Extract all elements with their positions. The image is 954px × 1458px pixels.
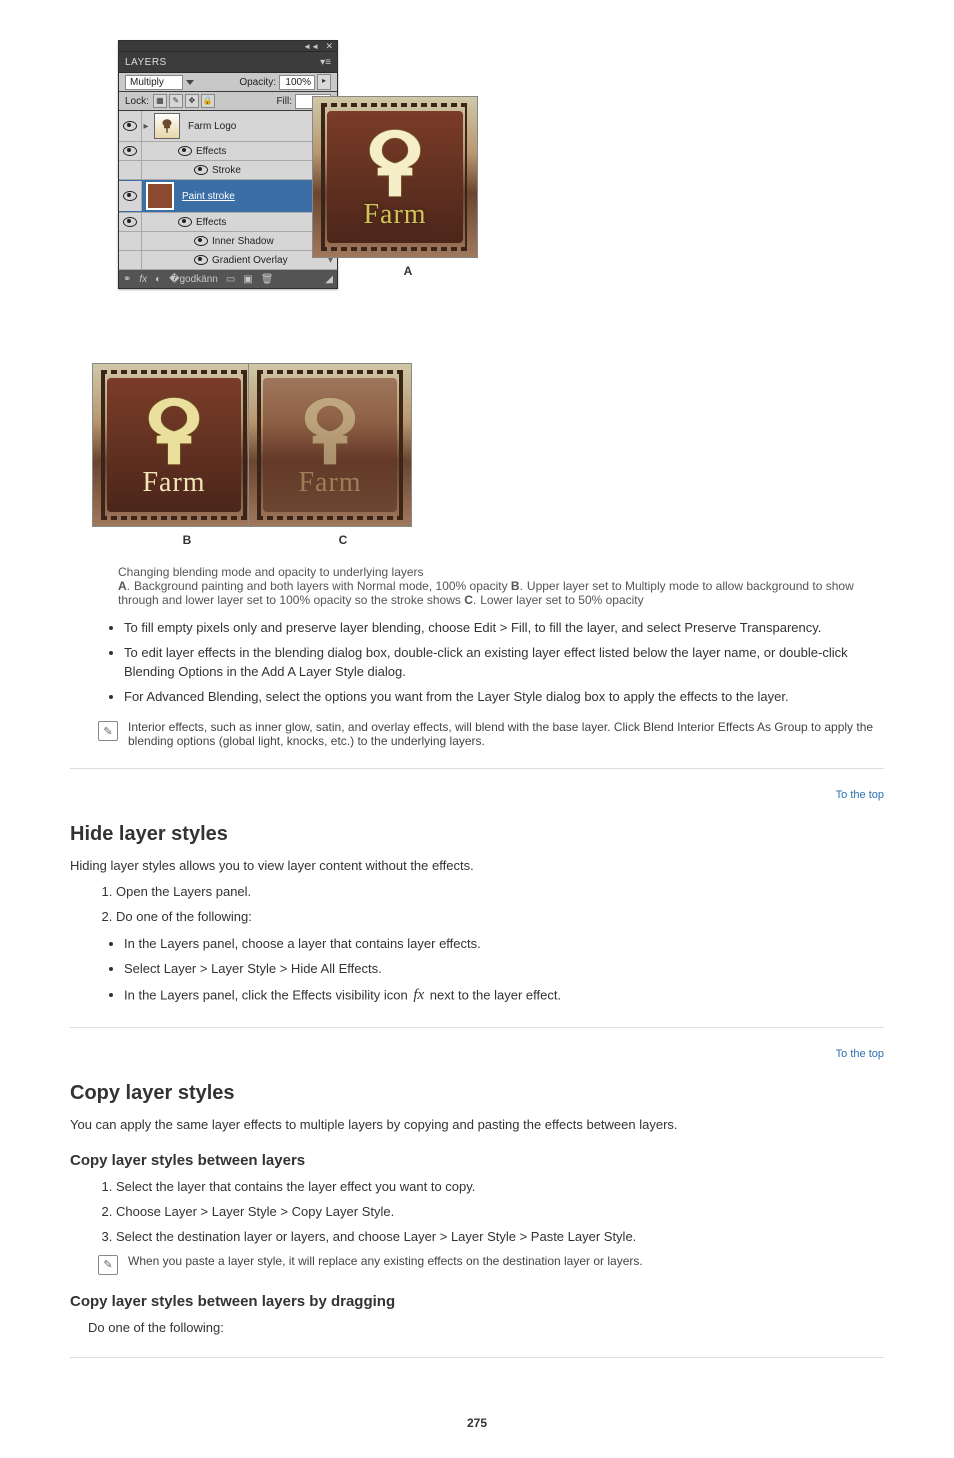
divider — [70, 1357, 884, 1358]
bullet-list-2: In the Layers panel, choose a layer that… — [124, 935, 884, 1006]
section-body: Hiding layer styles allows you to view l… — [70, 856, 884, 876]
opacity-stepper[interactable]: ▸ — [317, 74, 331, 90]
to-top-link[interactable]: To the top — [70, 789, 884, 801]
sub3b-body: Do one of the following: — [88, 1318, 884, 1338]
collapse-icon[interactable]: ◄◄ — [303, 42, 319, 51]
opacity-input[interactable]: 100% — [279, 75, 315, 90]
note-1: ✎ Interior effects, such as inner glow, … — [98, 720, 884, 748]
steps-list: Open the Layers panel. Do one of the fol… — [116, 882, 884, 927]
effects-row[interactable]: Effects — [119, 213, 337, 232]
subsection-copy-between: Copy layer styles between layers — [70, 1152, 884, 1169]
steps-copy: Select the layer that contains the layer… — [116, 1177, 884, 1247]
visibility-toggle[interactable] — [119, 111, 142, 141]
adjustment-icon[interactable]: �godkänn — [169, 274, 218, 285]
section-body: You can apply the same layer effects to … — [70, 1115, 884, 1135]
trash-icon[interactable]: 🗑 — [261, 274, 274, 285]
figure-c: Farm — [248, 363, 412, 527]
page-number: 275 — [0, 1416, 954, 1430]
note-icon: ✎ — [98, 1255, 118, 1275]
to-top-link[interactable]: To the top — [70, 1048, 884, 1060]
bullet-list-1: To fill empty pixels only and preserve l… — [124, 619, 884, 706]
fx-icon[interactable]: fx — [139, 274, 147, 285]
resize-grip-icon: ◢ — [325, 274, 333, 285]
figure-caption: Changing blending mode and opacity to un… — [118, 565, 884, 607]
divider — [70, 1027, 884, 1028]
blend-mode-select[interactable]: Multiply — [125, 75, 183, 90]
panel-titlebar: ◄◄ ✕ — [119, 41, 337, 52]
lock-label: Lock: — [125, 96, 149, 107]
fill-label: Fill: — [276, 96, 292, 107]
effect-stroke[interactable]: Stroke — [119, 161, 337, 180]
lock-icons[interactable]: ▦✎✥🔒 — [153, 94, 217, 108]
panel-menu-icon[interactable]: ▾≡ — [320, 57, 331, 68]
opacity-label: Opacity: — [239, 77, 276, 88]
figure-b: Farm — [92, 363, 256, 527]
layer-thumbnail — [146, 182, 174, 210]
layer-row-paint-stroke[interactable]: Paint stroke — [119, 180, 337, 213]
figure-label-b: B — [183, 533, 192, 547]
section-copy-layer-styles: Copy layer styles — [70, 1082, 884, 1105]
mask-icon[interactable]: ◐ — [155, 274, 161, 285]
subsection-copy-drag: Copy layer styles between layers by drag… — [70, 1293, 884, 1310]
note-2: ✎ When you paste a layer style, it will … — [98, 1254, 884, 1275]
new-layer-icon[interactable]: ▣ — [243, 274, 252, 285]
close-icon[interactable]: ✕ — [325, 41, 333, 52]
folder-icon[interactable]: ▭ — [226, 274, 235, 285]
visibility-toggle[interactable] — [119, 181, 142, 211]
divider — [70, 768, 884, 769]
figure-a: Farm — [312, 96, 478, 258]
farm-label: Farm — [363, 199, 426, 231]
layer-row-farm-logo[interactable]: ▸ Farm Logo — [119, 111, 337, 142]
layers-panel: ◄◄ ✕ LAYERS ▾≡ Multiply Opacity: 100% ▸ … — [118, 40, 338, 289]
figure-label-c: C — [339, 533, 348, 547]
section-hide-layer-styles: Hide layer styles — [70, 823, 884, 846]
effect-inner-shadow[interactable]: Inner Shadow — [119, 232, 337, 251]
farm-label: Farm — [142, 467, 205, 499]
fx-inline-icon: fx — [413, 985, 424, 1007]
layer-thumbnail — [154, 113, 180, 139]
farm-label: Farm — [298, 467, 361, 499]
effects-row[interactable]: Effects — [119, 142, 337, 161]
layers-tab[interactable]: LAYERS — [125, 57, 167, 68]
note-icon: ✎ — [98, 721, 118, 741]
figure-label-a: A — [404, 264, 413, 278]
effect-gradient-overlay[interactable]: Gradient Overlay ▾ — [119, 251, 337, 270]
panel-footer: ⚭ fx ◐ �godkänn ▭ ▣ 🗑 ◢ — [119, 270, 337, 288]
link-icon[interactable]: ⚭ — [123, 274, 131, 285]
